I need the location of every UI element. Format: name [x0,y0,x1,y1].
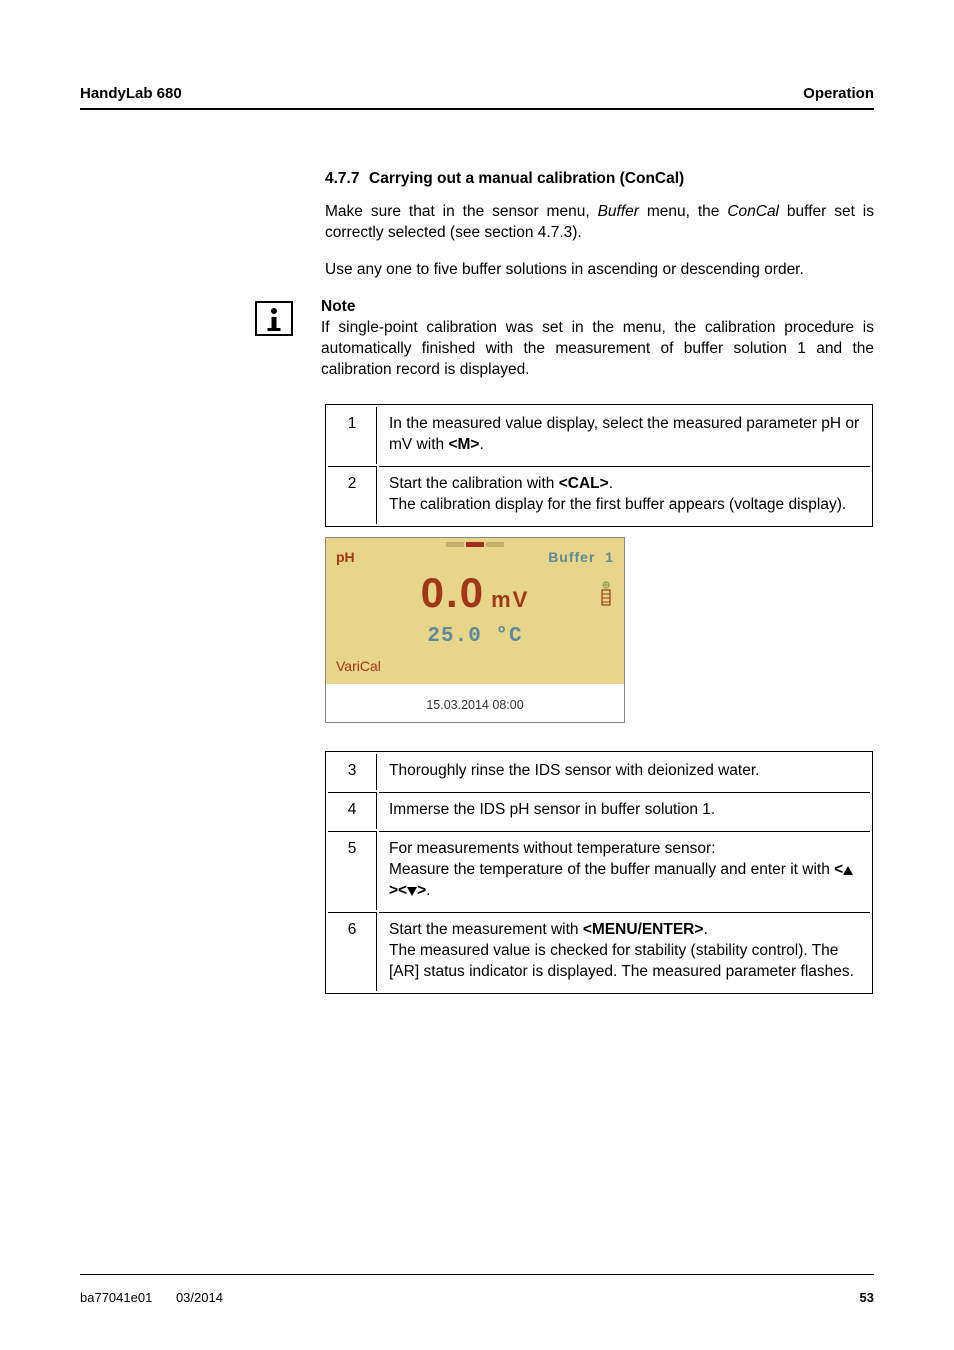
footer-date: 03/2014 [176,1290,223,1305]
info-icon [255,301,293,336]
display-method: VariCal [336,658,614,674]
header-left: HandyLab 680 [80,85,182,102]
triangle-down-icon [407,887,417,896]
step-text: For measurements without temperature sen… [379,831,870,910]
note-title: Note [321,298,355,315]
display-mode: pH [336,549,355,565]
main-content: 4.7.7 Carrying out a manual calibration … [325,170,874,994]
steps-table-1: 1 In the measured value display, select … [325,404,873,527]
note-block: Note If single-point calibration was set… [255,297,874,381]
steps-table-2: 3 Thoroughly rinse the IDS sensor with d… [325,751,873,993]
footer-rule [80,1274,874,1275]
sensor-icon [598,581,614,607]
table-row: 2 Start the calibration with <CAL>. The … [328,466,870,524]
table-row: 6 Start the measurement with <MENU/ENTER… [328,912,870,991]
footer-doc: ba77041e01 [80,1290,152,1305]
table-row: 4 Immerse the IDS pH sensor in buffer so… [328,792,870,829]
table-row: 5 For measurements without temperature s… [328,831,870,910]
section-heading: 4.7.7 Carrying out a manual calibration … [325,170,874,188]
display-datetime: 15.03.2014 08:00 [326,684,624,722]
table-row: 1 In the measured value display, select … [328,407,870,464]
step-text: In the measured value display, select th… [379,407,870,464]
display-buffer: Buffer 1 [548,549,614,565]
note-body: If single-point calibration was set in t… [321,319,874,378]
page-number: 53 [860,1290,874,1305]
intro-paragraph-1: Make sure that in the sensor menu, Buffe… [325,202,874,244]
footer-left: ba77041e01 03/2014 [80,1290,243,1305]
step-text: Immerse the IDS pH sensor in buffer solu… [379,792,870,829]
header-right: Operation [803,85,874,102]
triangle-up-icon [843,866,853,875]
step-number: 3 [328,754,377,790]
display-screen: pH Buffer 1 0.0 mV [326,538,624,684]
instrument-display: pH Buffer 1 0.0 mV [325,537,625,723]
section-title: Carrying out a manual calibration (ConCa… [369,170,684,188]
table-row: 3 Thoroughly rinse the IDS sensor with d… [328,754,870,790]
intro-paragraph-2: Use any one to five buffer solutions in … [325,260,874,281]
step-number: 1 [328,407,377,464]
page-footer: ba77041e01 03/2014 53 [80,1290,874,1305]
display-main-value: 0.0 mV [336,569,614,617]
display-temperature: 25.0 °C [336,625,614,648]
display-tabs [336,542,614,547]
note-text: Note If single-point calibration was set… [321,297,874,381]
step-number: 4 [328,792,377,829]
section-number: 4.7.7 [325,170,369,188]
step-number: 6 [328,912,377,991]
step-text: Thoroughly rinse the IDS sensor with dei… [379,754,870,790]
step-number: 2 [328,466,377,524]
step-text: Start the measurement with <MENU/ENTER>.… [379,912,870,991]
step-text: Start the calibration with <CAL>. The ca… [379,466,870,524]
step-number: 5 [328,831,377,910]
page-header: HandyLab 680 Operation [80,85,874,110]
